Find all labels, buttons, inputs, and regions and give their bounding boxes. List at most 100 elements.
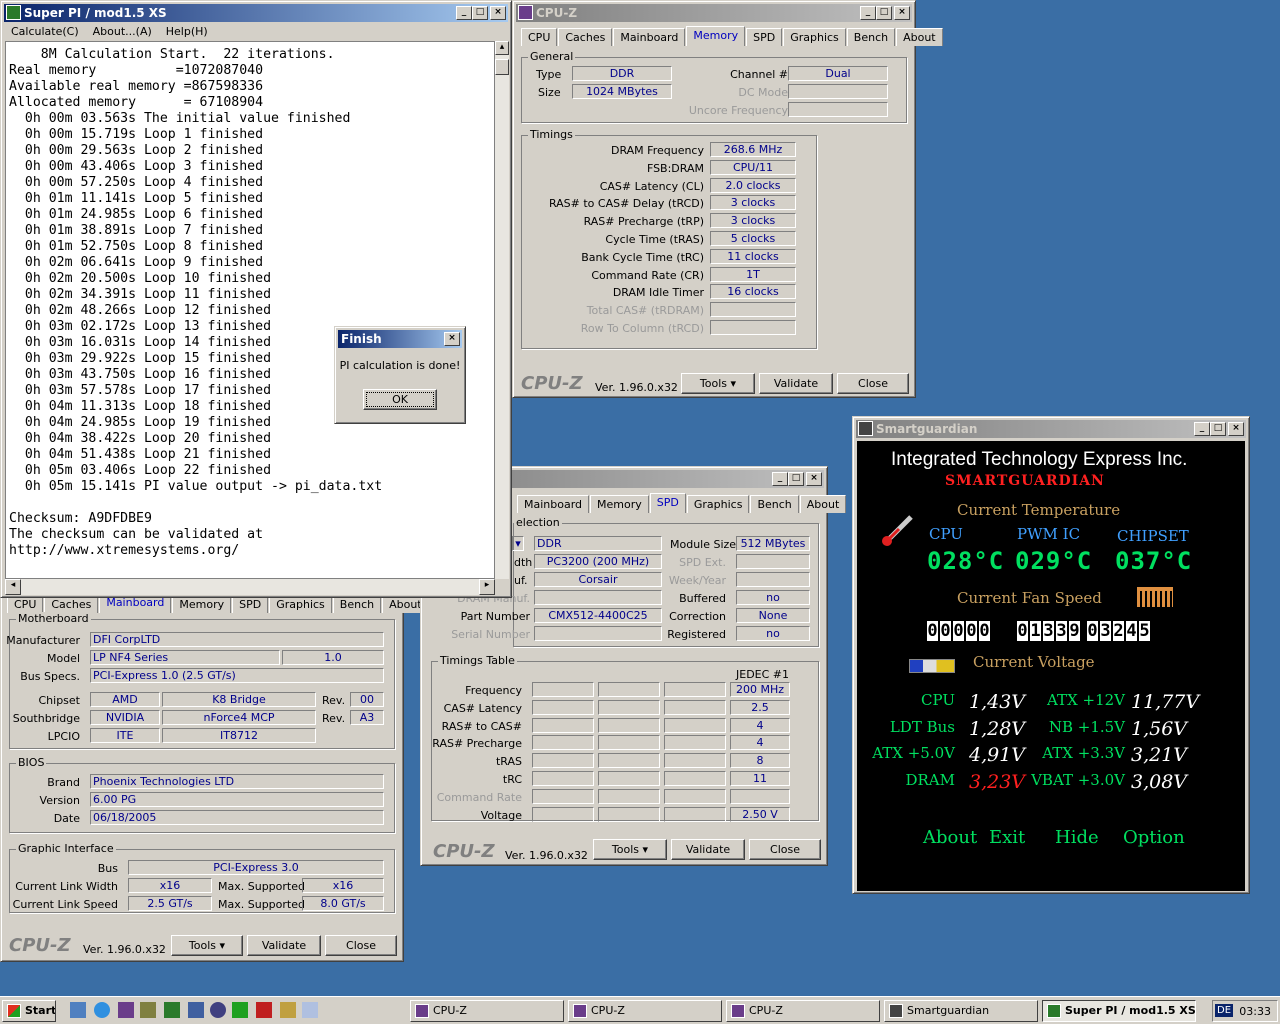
start-button[interactable]: Start [2,1000,56,1022]
dialog-title: Finish [341,332,382,346]
task-cpuz-3[interactable]: CPU-Z [726,1000,880,1022]
quicklaunch-app-icon[interactable] [140,1002,156,1018]
task-label: CPU-Z [433,1004,467,1017]
maximize-icon[interactable]: □ [876,6,892,20]
slot-dropdown[interactable]: ▾ [512,536,524,551]
version-label: Ver. 1.96.0.x32 [83,943,166,956]
quicklaunch-notepad-icon[interactable] [302,1002,318,1018]
option-button[interactable]: Option [1123,827,1185,848]
timing-label: FSB:DRAM [646,161,704,175]
ok-button[interactable]: OK [363,389,437,410]
maximize-icon[interactable]: □ [1210,422,1226,436]
about-button[interactable]: About [923,827,977,848]
tools-button[interactable]: Tools ▾ [171,935,243,956]
tab-memory[interactable]: Memory [686,26,746,46]
timing-value: 1T [710,266,796,282]
graphic-interface-group: Graphic Interface Bus PCI-Express 3.0 Cu… [9,842,395,913]
task-cpuz-1[interactable]: CPU-Z [410,1000,564,1022]
label: Bus [97,862,118,875]
voltage-value: 1,56V [1131,717,1188,740]
menu-calculate[interactable]: Calculate(C) [11,23,79,41]
spd-empty-cell [598,717,660,733]
label: Max. Supported [218,880,305,893]
tab-bench[interactable]: Bench [846,28,896,46]
registered-field: no [736,626,810,641]
quicklaunch-desktop-icon[interactable] [70,1002,86,1018]
close-icon[interactable]: × [490,6,506,20]
quicklaunch-ie-icon[interactable] [94,1002,110,1018]
scroll-thumb[interactable] [495,59,509,75]
uncore-field [788,102,888,117]
maximize-icon[interactable]: □ [788,472,804,486]
group-title: Motherboard [16,612,91,625]
hide-button[interactable]: Hide [1055,827,1099,848]
task-smartguardian[interactable]: Smartguardian [884,1000,1038,1022]
timing-label: DRAM Frequency [610,144,704,157]
close-button[interactable]: Close [837,373,909,394]
quicklaunch-gear-icon[interactable] [210,1002,226,1018]
scroll-up-icon[interactable]: ▴ [495,41,509,55]
validate-button[interactable]: Validate [759,373,833,394]
label: Southbridge [12,712,80,725]
tab-caches[interactable]: Caches [558,28,613,46]
task-superpi[interactable]: Super PI / mod1.5 XS [1042,1000,1196,1022]
fan-digit: 2 [1113,621,1125,641]
tab-about[interactable]: About [896,28,943,46]
scroll-left-icon[interactable]: ◂ [5,579,21,595]
minimize-icon[interactable]: _ [456,6,472,20]
fan-digit: 0 [927,621,939,641]
language-indicator[interactable]: DE [1215,1004,1234,1017]
validate-button[interactable]: Validate [247,935,321,956]
tab-spd[interactable]: SPD [649,493,686,513]
quicklaunch-superpi-icon[interactable] [164,1002,180,1018]
tab-mainboard[interactable]: Mainboard [517,495,590,513]
quicklaunch-cpuz-icon[interactable] [118,1002,134,1018]
link-width-field: x16 [128,878,212,893]
tab-graphics[interactable]: Graphics [686,495,750,513]
menu-help[interactable]: Help(H) [166,23,208,41]
maximize-icon[interactable]: □ [472,6,488,20]
tools-button[interactable]: Tools ▾ [681,373,755,394]
tab-mainboard[interactable]: Mainboard [613,28,686,46]
group-title: Timings Table [438,654,517,667]
exit-button[interactable]: Exit [989,827,1025,848]
close-button[interactable]: Close [325,935,397,956]
horizontal-scrollbar[interactable]: ◂ ▸ [5,579,495,595]
voltage-value: 1,43V [969,691,1026,713]
close-icon[interactable]: × [444,332,460,346]
voltage-label: ATX +12V [1047,691,1125,709]
close-button[interactable]: Close [749,839,821,860]
superpi-app-icon [1047,1004,1061,1018]
fan-digit: 0 [979,621,991,641]
jedec-value: 2.5 [730,699,790,715]
titlebar: CPU-Z _ □ × [516,4,912,22]
pwm-temp-label: PWM IC [1017,525,1081,543]
tab-graphics[interactable]: Graphics [783,28,846,46]
quicklaunch-21-icon[interactable] [232,1002,248,1018]
minimize-icon[interactable]: _ [1194,422,1210,436]
task-cpuz-2[interactable]: CPU-Z [568,1000,722,1022]
validate-button[interactable]: Validate [671,839,745,860]
tab-bench[interactable]: Bench [750,495,799,513]
minimize-icon[interactable]: _ [772,472,788,486]
cpuz-app-icon [518,5,533,20]
close-icon[interactable]: × [806,472,822,486]
brand-name: SMARTGUARDIAN [945,473,1105,489]
close-icon[interactable]: × [894,6,910,20]
tools-button[interactable]: Tools ▾ [593,839,667,860]
close-icon[interactable]: × [1228,422,1244,436]
output-area[interactable]: 8M Calculation Start. 22 iterations. Rea… [5,41,495,579]
cpuz-logo: CPU-Z [521,373,583,394]
tab-memory[interactable]: Memory [590,495,649,513]
quicklaunch-tool-icon[interactable] [188,1002,204,1018]
menu-about[interactable]: About...(A) [93,23,152,41]
quicklaunch-brush-icon[interactable] [280,1002,296,1018]
quicklaunch-64-icon[interactable] [256,1002,272,1018]
tab-about[interactable]: About [799,495,847,513]
tab-spd[interactable]: SPD [746,28,783,46]
vertical-scrollbar[interactable]: ▴ [495,41,509,579]
scroll-right-icon[interactable]: ▸ [479,579,495,595]
tab-cpu[interactable]: CPU [521,28,558,46]
dropdown-arrow-icon: ▾ [730,377,737,390]
minimize-icon[interactable]: _ [860,6,876,20]
